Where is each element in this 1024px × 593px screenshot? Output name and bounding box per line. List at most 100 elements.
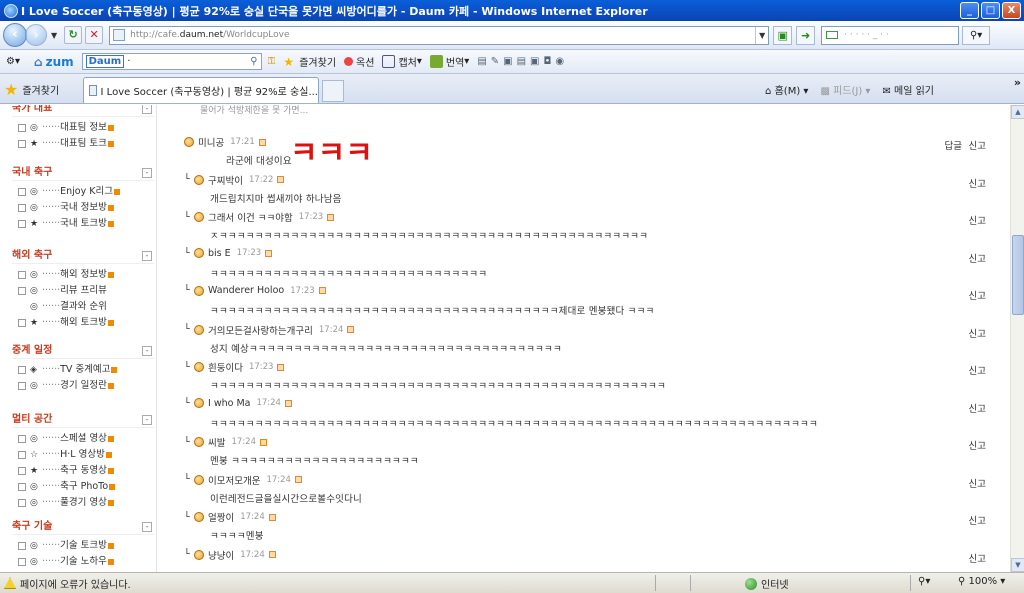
refresh-icon[interactable]: ↻ <box>64 26 83 44</box>
back-button[interactable]: ‹ <box>3 23 27 47</box>
history-dropdown-icon[interactable]: ▼ <box>51 31 57 40</box>
sidebar-group-title[interactable]: 중계 일정 <box>12 343 154 359</box>
sidebar-group-title[interactable]: 축구 기술 <box>12 519 154 535</box>
address-dropdown-icon[interactable]: ▼ <box>755 26 768 44</box>
tab-active[interactable]: I Love Soccer (축구동영상) | 평균 92%로 숭실... <box>83 77 319 103</box>
user-avatar-icon[interactable] <box>194 285 204 296</box>
comment-author[interactable]: 이모저모개운 <box>208 473 260 487</box>
user-avatar-icon[interactable] <box>194 174 204 185</box>
daum-search-input[interactable]: Daum · ⚲ <box>81 53 262 70</box>
sidebar-menu-item[interactable]: ★ ······ 축구 동영상 <box>12 463 154 479</box>
comment-author[interactable]: 흰둥이다 <box>208 360 243 374</box>
report-link[interactable]: 신고 <box>969 438 986 452</box>
collapse-toggle-icon[interactable]: - <box>142 346 152 356</box>
reply-link[interactable]: 답글 <box>945 138 962 152</box>
comment-author[interactable]: 거의모든걸사랑하는개구리 <box>208 323 313 337</box>
sidebar-menu-item[interactable]: ☆ ······ H·L 영상방 <box>12 447 154 463</box>
collapse-toggle-icon[interactable]: - <box>142 415 152 425</box>
search-button[interactable]: ⚲▾ <box>962 25 991 45</box>
search-input[interactable]: · · · · · _ · · <box>821 25 960 45</box>
toolbar-misc-icons[interactable]: ▤✎▣▤▣◘◉ <box>477 56 568 67</box>
sidebar-menu-item[interactable]: ◎ ······ 해외 정보방 <box>12 267 154 283</box>
sidebar-menu-item[interactable]: ◎ ······ Enjoy K리그 <box>12 184 154 200</box>
vertical-scrollbar[interactable]: ▲ ▼ <box>1010 105 1024 572</box>
scroll-up-icon[interactable]: ▲ <box>1011 105 1024 119</box>
report-link[interactable]: 신고 <box>969 401 986 415</box>
comment-author[interactable]: bis E <box>208 248 231 259</box>
user-avatar-icon[interactable] <box>194 512 204 522</box>
sidebar-menu-item[interactable]: ◎ ······ 국내 정보방 <box>12 200 154 216</box>
minimize-button[interactable]: _ <box>960 2 979 19</box>
warning-icon[interactable] <box>4 577 16 589</box>
compatibility-view-icon[interactable]: ▣ <box>773 25 793 45</box>
tools-gear-icon[interactable]: ⚙▾ <box>6 56 20 67</box>
user-avatar-icon[interactable] <box>194 324 204 335</box>
comment-author[interactable]: 구찌박이 <box>208 173 243 187</box>
status-message[interactable]: 페이지에 오류가 있습니다. <box>20 576 131 591</box>
user-avatar-icon[interactable] <box>184 137 194 147</box>
sidebar-group-title[interactable]: 멀티 공간 <box>12 412 154 428</box>
sidebar-menu-item[interactable]: ◎ ······ 스페셜 영상 <box>12 431 154 447</box>
favorites-button[interactable]: ★ 즐겨찾기 <box>4 80 59 99</box>
overflow-chevron-icon[interactable]: » <box>1014 76 1021 89</box>
collapse-toggle-icon[interactable]: - <box>142 522 152 532</box>
sidebar-group-title[interactable]: 국내 축구 <box>12 165 154 181</box>
toolbar-auction[interactable]: 옥션 <box>344 54 374 69</box>
sidebar-menu-item[interactable]: ★ ······ 국내 토크방 <box>12 216 154 232</box>
user-avatar-icon[interactable] <box>194 362 204 372</box>
collapse-toggle-icon[interactable]: - <box>142 251 152 261</box>
comment-author[interactable]: 씨발 <box>208 435 225 449</box>
zum-logo[interactable]: ⌂ zum <box>34 55 74 69</box>
forward-button[interactable]: › <box>25 24 47 46</box>
collapse-toggle-icon[interactable]: - <box>142 168 152 178</box>
toolbar-favorites[interactable]: ★ 즐겨찾기 <box>283 54 336 69</box>
go-arrow-icon[interactable]: ➜ <box>796 25 816 45</box>
comment-author[interactable]: 냥냥이 <box>208 548 234 562</box>
user-avatar-icon[interactable] <box>194 212 204 222</box>
security-zone[interactable]: 인터넷 <box>745 576 789 591</box>
sidebar-menu-item[interactable]: ◈ ······ TV 중계예고 <box>12 362 154 378</box>
sidebar-group-title[interactable]: 국가 대표 <box>12 105 154 117</box>
toolbar-translate[interactable]: 번역 ▾ <box>429 54 469 69</box>
user-avatar-icon[interactable] <box>194 248 204 258</box>
user-avatar-icon[interactable] <box>194 549 204 560</box>
read-mail-button[interactable]: ✉ 메일 읽기 <box>882 82 934 97</box>
sidebar-menu-item[interactable]: ◎ ······ 축구 PhoTo <box>12 479 154 495</box>
protected-mode-icon[interactable]: ⚲▾ <box>918 576 930 587</box>
report-link[interactable]: 신고 <box>969 288 986 302</box>
feeds-button[interactable]: ▩ 피드(J) ▾ <box>820 82 870 97</box>
scroll-thumb[interactable] <box>1012 235 1024 315</box>
new-tab-button[interactable] <box>322 80 344 102</box>
report-link[interactable]: 신고 <box>969 551 986 565</box>
zoom-control[interactable]: ⚲ 100% ▾ <box>958 576 1005 587</box>
report-link[interactable]: 신고 <box>969 326 986 340</box>
key-icon[interactable]: ⚿ <box>268 56 276 67</box>
report-link[interactable]: 신고 <box>969 138 986 152</box>
sidebar-menu-item[interactable]: ◎ ······ 대표팀 정보 <box>12 120 154 136</box>
sidebar-menu-item[interactable]: ★ ······ 대표팀 토크 <box>12 136 154 152</box>
report-link[interactable]: 신고 <box>969 476 986 490</box>
report-link[interactable]: 신고 <box>969 363 986 377</box>
user-avatar-icon[interactable] <box>194 398 204 408</box>
sidebar-menu-item[interactable]: ★ ······ 해외 토크방 <box>12 315 154 331</box>
address-input[interactable]: http://cafe. daum.net/WorldcupLove ▼ <box>109 25 770 45</box>
user-avatar-icon[interactable] <box>194 474 204 485</box>
report-link[interactable]: 신고 <box>969 176 986 190</box>
sidebar-menu-item[interactable]: ◎ ······ 리뷰 프리뷰 <box>12 283 154 299</box>
close-button[interactable]: X <box>1002 2 1021 19</box>
toolbar-capture[interactable]: 캡처 ▾ <box>382 54 422 69</box>
report-link[interactable]: 신고 <box>969 513 986 527</box>
sidebar-menu-item[interactable]: ◎ ······ 풀경기 영상 <box>12 495 154 511</box>
home-button[interactable]: ⌂ 홈(M) ▾ <box>765 82 808 97</box>
comment-author[interactable]: 미니공 <box>198 135 224 149</box>
comment-author[interactable]: 얼짱이 <box>208 510 234 524</box>
magnifier-icon[interactable]: ⚲ <box>250 56 257 67</box>
maximize-button[interactable]: □ <box>981 2 1000 19</box>
report-link[interactable]: 신고 <box>969 251 986 265</box>
sidebar-menu-item[interactable]: ◎ ······ 경기 일정란 <box>12 378 154 394</box>
sidebar-menu-item[interactable]: ◎ ······ 기술 노하우 <box>12 554 154 570</box>
comment-author[interactable]: 그래서 이건 ㅋㅋ야함 <box>208 210 293 224</box>
report-link[interactable]: 신고 <box>969 213 986 227</box>
comment-author[interactable]: Wanderer Holoo <box>208 285 284 296</box>
sidebar-menu-item[interactable]: ◎ ······ 결과와 순위 <box>12 299 154 315</box>
